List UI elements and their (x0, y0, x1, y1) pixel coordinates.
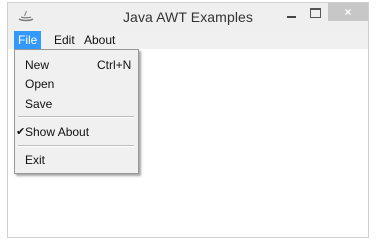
menu-item-label: Open (25, 77, 55, 91)
menu-item-show-about[interactable]: ✔ Show About (15, 122, 138, 142)
menu-item-open[interactable]: Open (15, 74, 138, 94)
checkmark-icon: ✔ (16, 126, 26, 138)
menu-item-new[interactable]: New Ctrl+N (15, 55, 138, 75)
menu-item-shortcut: Ctrl+N (97, 58, 132, 72)
menu-edit[interactable]: Edit (50, 31, 79, 49)
menu-item-label: Exit (25, 153, 46, 167)
file-dropdown-menu: New Ctrl+N Open Save ✔ Show About Exit (14, 49, 139, 174)
menu-separator (18, 145, 134, 147)
close-button[interactable]: × (328, 3, 368, 21)
menu-item-label: Show About (25, 125, 90, 139)
menu-bar: File Edit About (8, 31, 368, 49)
close-icon: × (344, 5, 352, 19)
menu-item-save[interactable]: Save (15, 94, 138, 114)
title-bar[interactable]: Java AWT Examples × (8, 3, 368, 31)
menu-item-label: New (25, 58, 50, 72)
menu-about[interactable]: About (80, 31, 119, 49)
maximize-button[interactable] (309, 7, 323, 19)
menu-separator (18, 116, 134, 118)
minimize-button[interactable] (285, 10, 298, 22)
app-window: Java AWT Examples × File Edit About New … (7, 2, 369, 238)
menu-file[interactable]: File (14, 31, 42, 49)
menu-item-label: Save (25, 97, 53, 111)
menu-item-exit[interactable]: Exit (15, 150, 138, 170)
